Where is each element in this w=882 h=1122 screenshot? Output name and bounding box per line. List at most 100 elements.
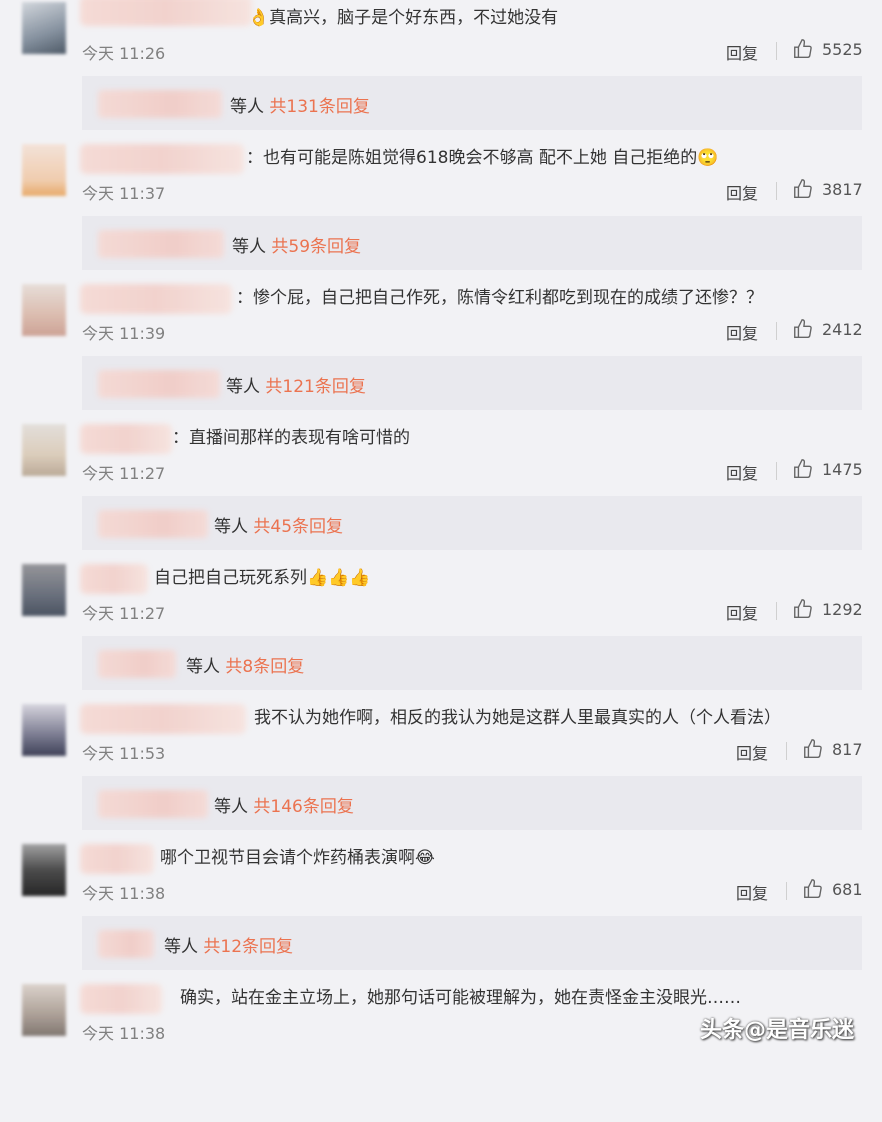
avatar[interactable] xyxy=(22,2,66,54)
thumbs-up-icon xyxy=(794,459,812,478)
view-replies-link[interactable]: 共45条回复 xyxy=(253,517,343,537)
comment-text: ：也有可能是陈姐觉得618晚会不够高 配不上她 自己拒绝的🙄 xyxy=(246,148,719,168)
view-replies-link[interactable]: 共146条回复 xyxy=(253,797,353,817)
thumbs-up-icon xyxy=(794,179,812,198)
reply-button[interactable]: 回复 xyxy=(726,600,758,624)
ok-emoji: 👌 xyxy=(248,8,270,28)
sub-reply-box[interactable]: 等人 共45条回复 xyxy=(82,496,862,550)
view-replies-link[interactable]: 共8条回复 xyxy=(225,657,304,677)
timestamp: 今天 11:53 xyxy=(82,744,166,763)
comment-item: ：直播间那样的表现有啥可惜的 今天 11:27 回复 1475 等人 共45条回… xyxy=(0,422,882,562)
sub-reply-summary[interactable]: 等人 共131条回复 xyxy=(230,92,370,117)
watermark: 头条@是音乐迷 xyxy=(700,1018,855,1043)
avatar[interactable] xyxy=(22,564,66,616)
reply-button[interactable]: 回复 xyxy=(726,460,758,484)
comment-item: 确实，站在金主立场上，她那句话可能被理解为，她在责怪金主没眼光…… 今天 11:… xyxy=(0,982,882,1122)
sub-reply-box[interactable]: 等人 共59条回复 xyxy=(82,216,862,270)
username[interactable] xyxy=(80,844,154,874)
eye-roll-emoji: 🙄 xyxy=(697,148,719,168)
view-replies-link[interactable]: 共12条回复 xyxy=(203,937,293,957)
like-button[interactable]: 2412 xyxy=(792,318,863,340)
sub-reply-summary[interactable]: 等人 共12条回复 xyxy=(164,932,293,957)
avatar[interactable] xyxy=(22,144,66,196)
sub-reply-box[interactable]: 等人 共146条回复 xyxy=(82,776,862,830)
thumbs-up-emoji: 👍👍👍 xyxy=(307,568,371,588)
thumbs-up-icon xyxy=(794,319,812,338)
divider xyxy=(786,882,787,900)
avatar[interactable] xyxy=(22,704,66,756)
view-replies-link[interactable]: 共131条回复 xyxy=(269,97,369,117)
like-count: 5525 xyxy=(822,39,863,59)
timestamp: 今天 11:26 xyxy=(82,44,166,63)
like-count: 817 xyxy=(832,739,863,759)
sub-reply-box[interactable]: 等人 共131条回复 xyxy=(82,76,862,130)
like-button[interactable]: 681 xyxy=(802,878,863,900)
sub-reply-box[interactable]: 等人 共121条回复 xyxy=(82,356,862,410)
reply-button[interactable]: 回复 xyxy=(726,320,758,344)
sub-reply-summary[interactable]: 等人 共146条回复 xyxy=(214,792,354,817)
divider xyxy=(776,462,777,480)
comment-text: 👌真高兴，脑子是个好东西，不过她没有 xyxy=(248,8,559,28)
username[interactable] xyxy=(80,424,172,454)
avatar[interactable] xyxy=(22,284,66,336)
sub-reply-summary[interactable]: 等人 共8条回复 xyxy=(186,652,304,677)
comment-item: 我不认为她作啊，相反的我认为她是这群人里最真实的人（个人看法） 今天 11:53… xyxy=(0,702,882,842)
laughing-emoji: 😂 xyxy=(415,848,435,868)
like-count: 681 xyxy=(832,879,863,899)
comment-item: 👌真高兴，脑子是个好东西，不过她没有 今天 11:26 回复 5525 等人 共… xyxy=(0,0,882,142)
divider xyxy=(786,742,787,760)
timestamp: 今天 11:27 xyxy=(82,464,166,483)
view-replies-link[interactable]: 共121条回复 xyxy=(265,377,365,397)
reply-button[interactable]: 回复 xyxy=(726,180,758,204)
view-replies-link[interactable]: 共59条回复 xyxy=(271,237,361,257)
divider xyxy=(776,602,777,620)
comment-item: ：也有可能是陈姐觉得618晚会不够高 配不上她 自己拒绝的🙄 今天 11:37 … xyxy=(0,142,882,282)
username[interactable] xyxy=(80,564,148,594)
comment-text: 哪个卫视节目会请个炸药桶表演啊😂 xyxy=(160,848,435,868)
like-count: 3817 xyxy=(822,179,863,199)
sub-reply-summary[interactable]: 等人 共45条回复 xyxy=(214,512,343,537)
timestamp: 今天 11:38 xyxy=(82,1024,166,1043)
like-button[interactable]: 1475 xyxy=(792,458,863,480)
avatar[interactable] xyxy=(22,424,66,476)
username[interactable] xyxy=(80,704,246,734)
sub-reply-box[interactable]: 等人 共8条回复 xyxy=(82,636,862,690)
like-count: 1292 xyxy=(822,599,863,619)
timestamp: 今天 11:39 xyxy=(82,324,166,343)
divider xyxy=(776,322,777,340)
avatar[interactable] xyxy=(22,844,66,896)
username[interactable] xyxy=(80,144,244,174)
sub-reply-summary[interactable]: 等人 共59条回复 xyxy=(232,232,361,257)
like-button[interactable]: 1292 xyxy=(792,598,863,620)
divider xyxy=(776,182,777,200)
comment-item: 自己把自己玩死系列👍👍👍 今天 11:27 回复 1292 等人 共8条回复 xyxy=(0,562,882,702)
timestamp: 今天 11:38 xyxy=(82,884,166,903)
reply-button[interactable]: 回复 xyxy=(736,880,768,904)
comment-text: ：惨个屁，自己把自己作死，陈情令红利都吃到现在的成绩了还惨？？ xyxy=(236,288,763,308)
comment-text: 确实，站在金主立场上，她那句话可能被理解为，她在责怪金主没眼光…… xyxy=(180,988,741,1008)
reply-button[interactable]: 回复 xyxy=(726,40,758,64)
username[interactable] xyxy=(80,0,252,26)
thumbs-up-icon xyxy=(804,739,822,758)
reply-button[interactable]: 回复 xyxy=(736,740,768,764)
username[interactable] xyxy=(80,984,162,1014)
timestamp: 今天 11:37 xyxy=(82,184,166,203)
like-button[interactable]: 5525 xyxy=(792,38,863,60)
like-button[interactable]: 3817 xyxy=(792,178,863,200)
avatar[interactable] xyxy=(22,984,66,1036)
comment-text: 自己把自己玩死系列👍👍👍 xyxy=(154,568,371,588)
comment-text: ：直播间那样的表现有啥可惜的 xyxy=(172,428,410,448)
like-count: 2412 xyxy=(822,319,863,339)
thumbs-up-icon xyxy=(804,879,822,898)
thumbs-up-icon xyxy=(794,39,812,58)
like-count: 1475 xyxy=(822,459,863,479)
divider xyxy=(776,42,777,60)
comment-item: ：惨个屁，自己把自己作死，陈情令红利都吃到现在的成绩了还惨？？ 今天 11:39… xyxy=(0,282,882,422)
username[interactable] xyxy=(80,284,232,314)
like-button[interactable]: 817 xyxy=(802,738,863,760)
thumbs-up-icon xyxy=(794,599,812,618)
sub-reply-box[interactable]: 等人 共12条回复 xyxy=(82,916,862,970)
sub-reply-summary[interactable]: 等人 共121条回复 xyxy=(226,372,366,397)
comment-item: 哪个卫视节目会请个炸药桶表演啊😂 今天 11:38 回复 681 等人 共12条… xyxy=(0,842,882,982)
comment-text: 我不认为她作啊，相反的我认为她是这群人里最真实的人（个人看法） xyxy=(254,708,781,728)
